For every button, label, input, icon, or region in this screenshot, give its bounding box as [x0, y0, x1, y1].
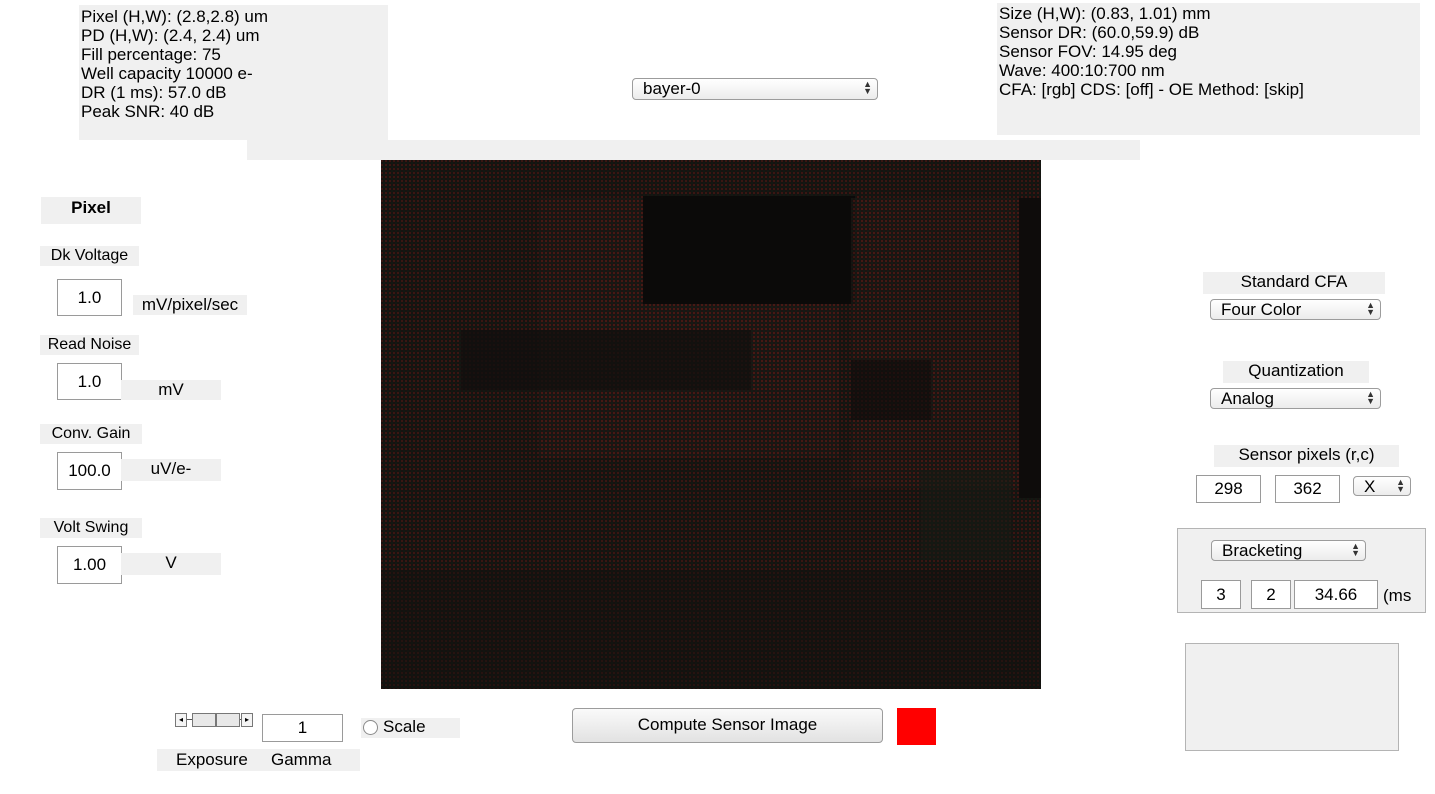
volt-swing-label: Volt Swing — [40, 518, 142, 538]
exposure-mode-value: Bracketing — [1222, 541, 1303, 560]
read-noise-input[interactable] — [57, 363, 122, 400]
sensor-select-value: bayer-0 — [643, 79, 701, 98]
pixel-info-panel: Pixel (H,W): (2.8,2.8) um PD (H,W): (2.4,… — [79, 5, 388, 140]
sensor-select[interactable]: bayer-0 ▲ ▼ — [632, 78, 878, 100]
pixel-info-line: Pixel (H,W): (2.8,2.8) um — [81, 7, 269, 26]
compute-sensor-image-button[interactable]: Compute Sensor Image — [572, 708, 883, 743]
pixel-info-line: PD (H,W): (2.4, 2.4) um — [81, 26, 260, 45]
cfa-label: Standard CFA — [1203, 272, 1385, 294]
quantization-label: Quantization — [1223, 361, 1369, 383]
pixel-info-line: Well capacity 10000 e- — [81, 64, 253, 83]
bracket-step-input[interactable] — [1251, 580, 1291, 609]
chevron-updown-icon: ▲ ▼ — [1351, 541, 1360, 558]
sensor-info-line: Sensor FOV: 14.95 deg — [999, 42, 1177, 61]
pixel-title: Pixel — [41, 197, 141, 224]
slider-thumb[interactable] — [192, 713, 216, 727]
image-title-bar — [247, 140, 1140, 160]
volt-swing-unit: V — [121, 553, 221, 575]
chevron-updown-icon: ▲ ▼ — [1366, 300, 1375, 317]
exposure-slider[interactable]: ◂ ▸ — [175, 713, 253, 729]
exposure-time-input[interactable] — [1294, 580, 1378, 609]
quantization-select[interactable]: Analog ▲ ▼ — [1210, 388, 1381, 409]
exposure-label: Exposure — [176, 750, 248, 769]
pixel-info-line: Peak SNR: 40 dB — [81, 102, 215, 121]
status-indicator — [897, 708, 936, 745]
exposure-mode-select[interactable]: Bracketing ▲ ▼ — [1211, 540, 1366, 561]
chevron-updown-icon: ▲ ▼ — [1396, 477, 1405, 494]
slider-left-arrow-icon[interactable]: ◂ — [175, 713, 187, 727]
preview-box — [1185, 643, 1399, 751]
bracket-count-input[interactable] — [1201, 580, 1241, 609]
chevron-updown-icon: ▲ ▼ — [863, 79, 872, 96]
sensor-size-mode-value: X — [1364, 477, 1376, 496]
chevron-updown-icon: ▲ ▼ — [1366, 389, 1375, 406]
sensor-rows-input[interactable] — [1196, 475, 1261, 503]
sensor-mosaic-image — [381, 160, 1041, 689]
compute-button-label: Compute Sensor Image — [637, 715, 818, 734]
conv-gain-input[interactable] — [57, 452, 122, 490]
scale-label: Scale — [383, 717, 426, 736]
read-noise-unit: mV — [121, 380, 221, 400]
pixel-info-line: DR (1 ms): 57.0 dB — [81, 83, 227, 102]
dark-voltage-label: Dk Voltage — [40, 246, 139, 266]
gamma-label: Gamma — [271, 750, 332, 769]
slider-right-arrow-icon[interactable]: ▸ — [241, 713, 253, 727]
cfa-select[interactable]: Four Color ▲ ▼ — [1210, 299, 1381, 320]
sensor-image[interactable] — [381, 160, 1041, 689]
sensor-size-mode-select[interactable]: X ▲ ▼ — [1353, 476, 1411, 496]
sensor-info-panel: Size (H,W): (0.83, 1.01) mm Sensor DR: (6… — [997, 3, 1420, 135]
cfa-select-value: Four Color — [1221, 300, 1302, 319]
quantization-select-value: Analog — [1221, 389, 1274, 408]
pixel-info-line: Fill percentage: 75 — [81, 45, 221, 64]
dark-voltage-input[interactable] — [57, 279, 122, 316]
sensor-info-line: Wave: 400:10:700 nm — [999, 61, 1165, 80]
exposure-unit: (ms — [1383, 586, 1412, 605]
dark-voltage-unit: mV/pixel/sec — [133, 295, 247, 315]
sensor-info-line: Sensor DR: (60.0,59.9) dB — [999, 23, 1200, 42]
scale-radio[interactable] — [363, 720, 378, 735]
sensor-info-line: Size (H,W): (0.83, 1.01) mm — [999, 4, 1211, 23]
gamma-input[interactable] — [262, 714, 343, 742]
conv-gain-unit: uV/e- — [121, 459, 221, 481]
read-noise-label: Read Noise — [40, 335, 139, 355]
sensor-pixels-label: Sensor pixels (r,c) — [1214, 445, 1399, 467]
conv-gain-label: Conv. Gain — [40, 424, 142, 444]
volt-swing-input[interactable] — [57, 546, 122, 584]
sensor-info-line: CFA: [rgb] CDS: [off] - OE Method: [skip… — [999, 80, 1304, 99]
sensor-cols-input[interactable] — [1275, 475, 1340, 503]
